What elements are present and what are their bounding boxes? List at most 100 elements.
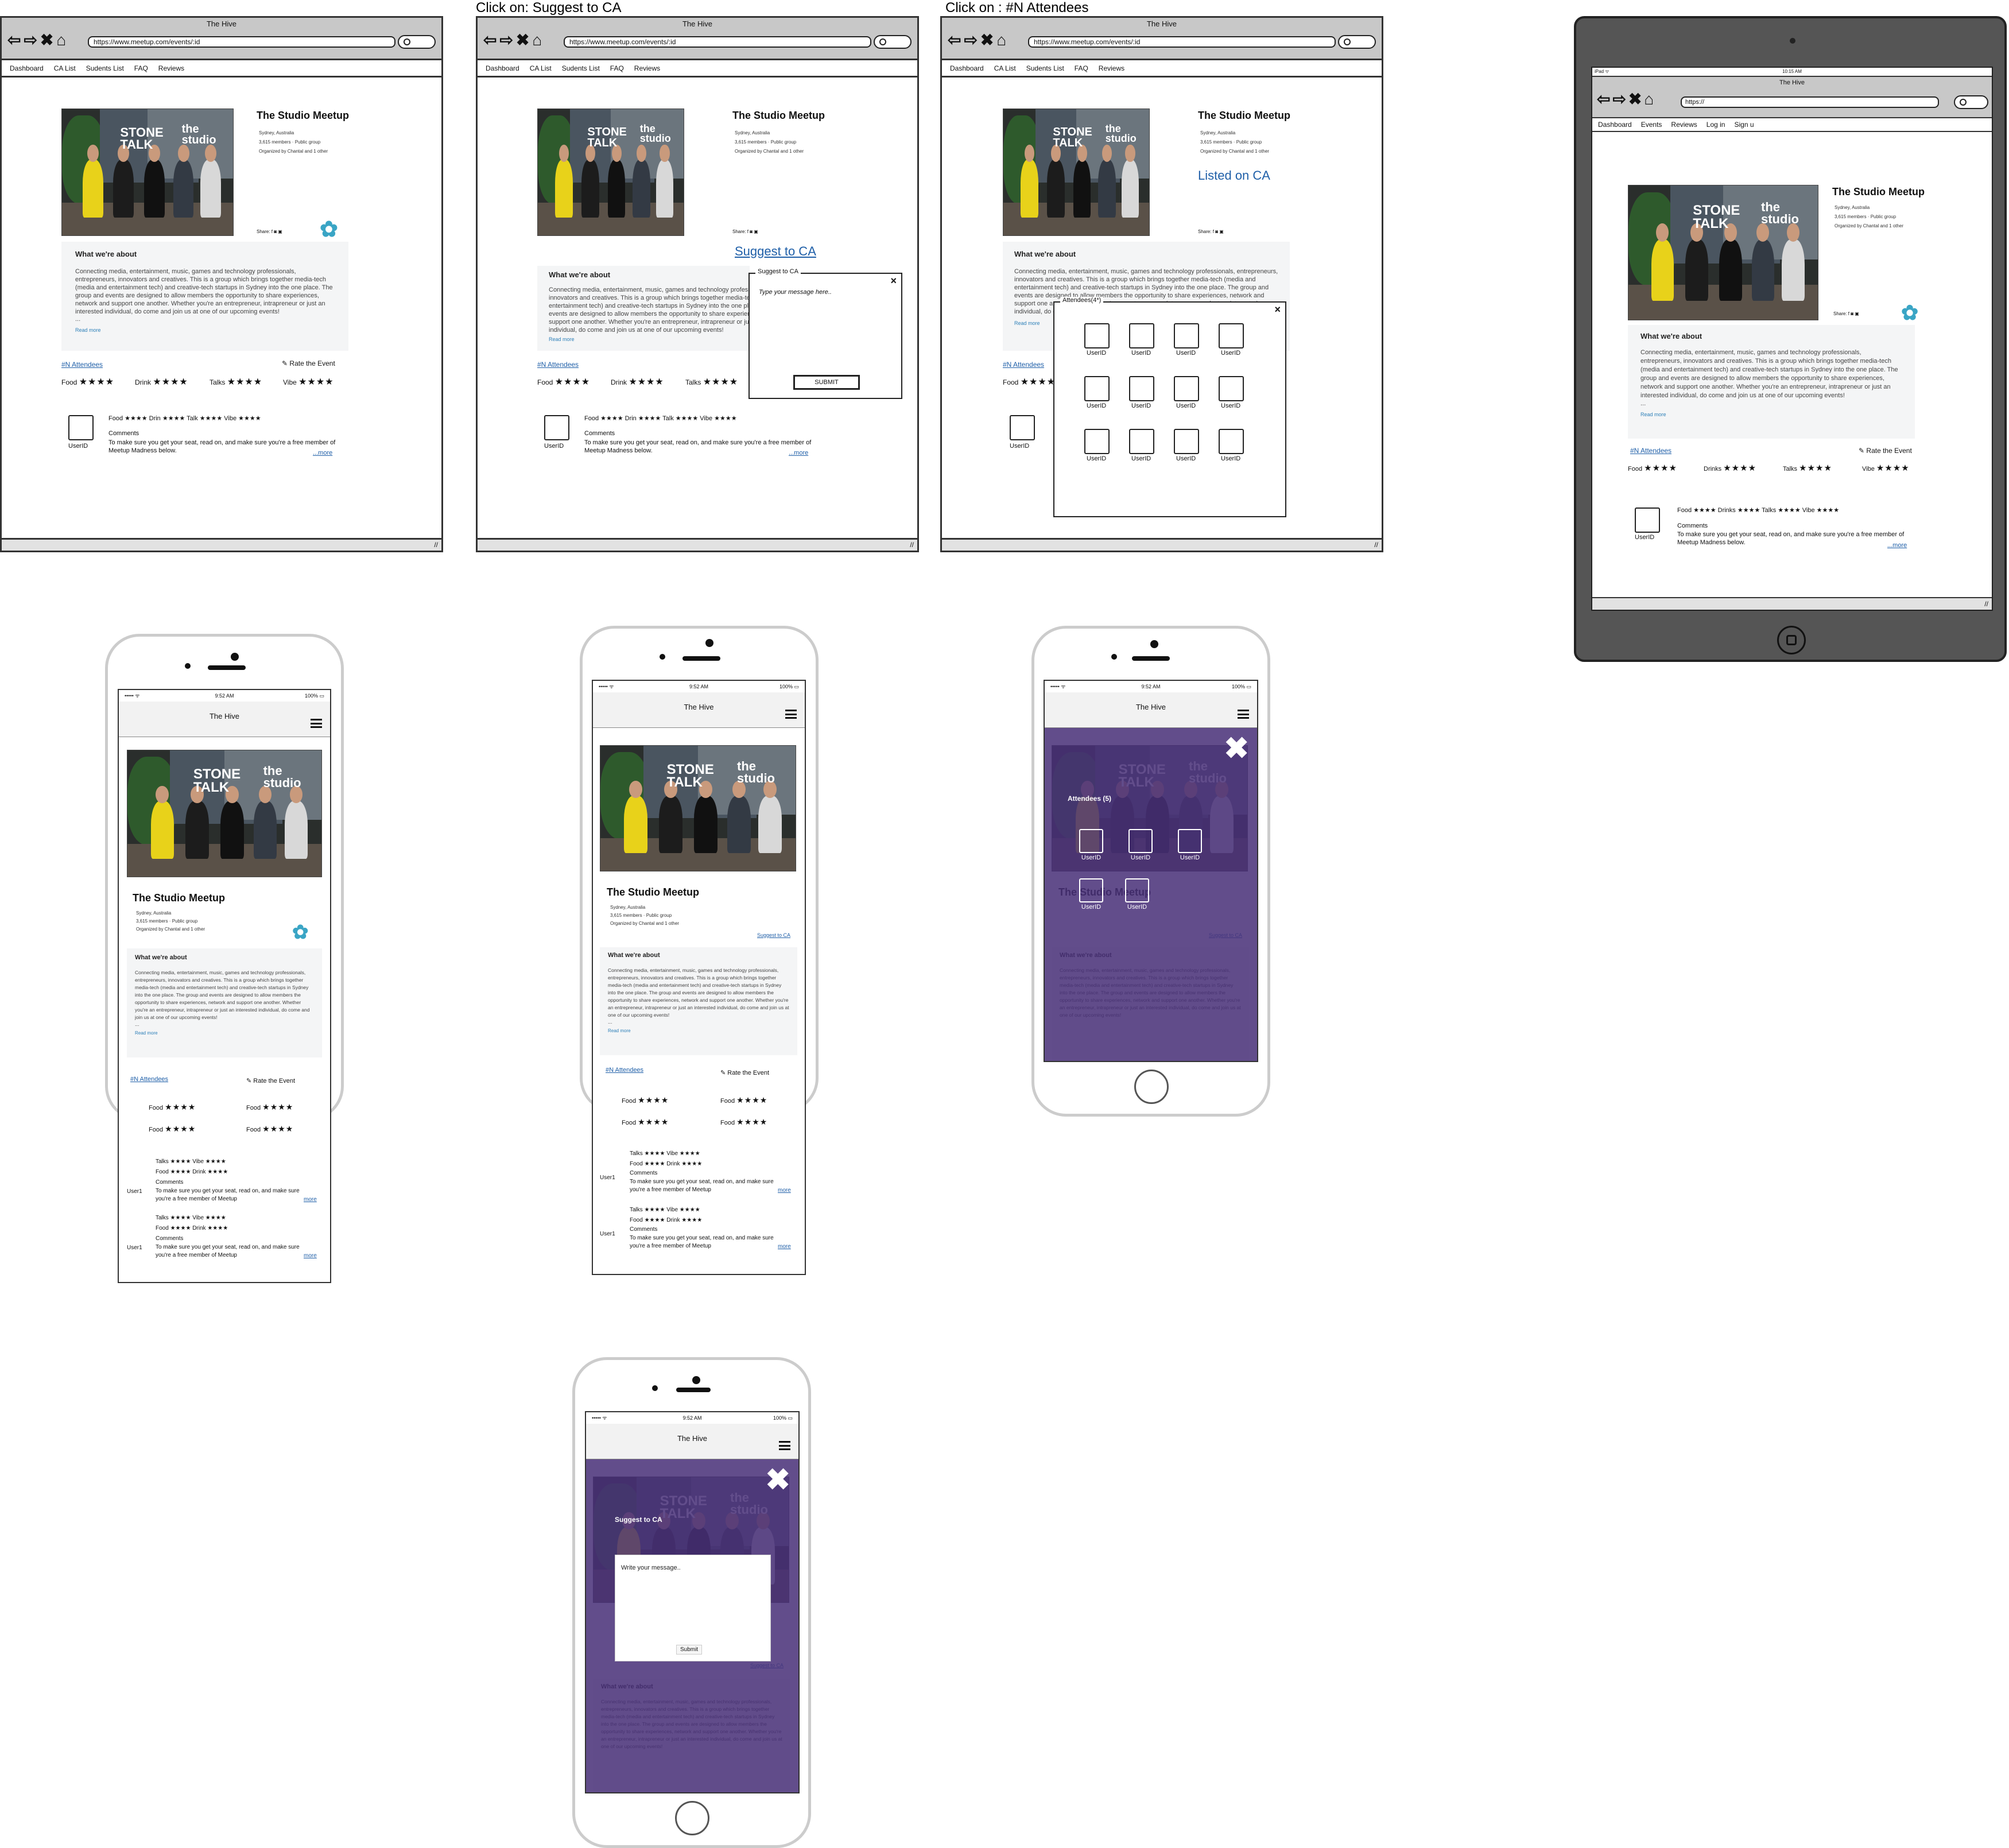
read-more-link[interactable]: Read more — [1640, 412, 1902, 417]
browser-nav-icons[interactable]: ⇦⇨✖⌂ — [483, 32, 545, 49]
hamburger-menu-icon[interactable] — [311, 719, 322, 728]
rating-food[interactable]: Food ★★★★ — [149, 1102, 196, 1112]
rating-food[interactable]: Food ★★★★ — [1003, 376, 1056, 388]
url-bar[interactable]: https://www.meetup.com/events/:id — [564, 36, 871, 48]
search-icon[interactable] — [874, 35, 912, 49]
attendee-avatar[interactable] — [1084, 323, 1110, 348]
attendee-avatar[interactable] — [1079, 829, 1103, 853]
attendee-avatar[interactable] — [1219, 376, 1244, 401]
close-icon[interactable]: ✖ — [765, 1465, 790, 1495]
hamburger-menu-icon[interactable] — [785, 710, 797, 719]
star-rating[interactable]: ★★★★ — [1876, 463, 1910, 473]
submit-button[interactable]: Submit — [676, 1645, 703, 1655]
resize-grip-icon[interactable]: // — [434, 541, 438, 549]
attendee-avatar[interactable] — [1129, 323, 1154, 348]
attendee-avatar[interactable] — [1219, 429, 1244, 454]
star-rating[interactable]: ★★★★ — [153, 377, 188, 387]
rating-food[interactable]: Food ★★★★ — [720, 1095, 767, 1105]
resize-grip-icon[interactable]: // — [1984, 600, 1988, 608]
review-more-link[interactable]: ...more — [789, 450, 808, 456]
share-links[interactable]: Share: f ◙ ▣ — [257, 229, 282, 234]
attendee-avatar[interactable] — [1129, 429, 1154, 454]
menu-dashboard[interactable]: Dashboard — [1598, 121, 1632, 129]
menu-dashboard[interactable]: Dashboard — [950, 64, 984, 72]
browser-nav-icons[interactable]: ⇦⇨✖⌂ — [948, 32, 1009, 49]
share-links[interactable]: Share: f ◙ ▣ — [732, 229, 758, 234]
read-more-link[interactable]: Read more — [135, 1030, 314, 1036]
suggest-to-ca-link[interactable]: Suggest to CA — [735, 244, 816, 259]
tablet-home-button[interactable] — [1777, 626, 1806, 654]
rate-event-button[interactable]: ✎ Rate the Event — [282, 359, 335, 367]
star-rating[interactable]: ★★★★ — [555, 377, 590, 387]
star-rating[interactable]: ★★★★ — [1021, 377, 1056, 387]
attendee-avatar[interactable] — [1129, 376, 1154, 401]
rating-drinks[interactable]: Drinks ★★★★ — [1704, 463, 1756, 473]
star-rating[interactable]: ★★★★ — [262, 1124, 293, 1133]
menu-reviews[interactable]: Reviews — [1099, 64, 1124, 72]
star-rating[interactable]: ★★★★ — [629, 377, 664, 387]
rating-food[interactable]: Food ★★★★ — [622, 1095, 669, 1105]
review-more-link[interactable]: more — [778, 1243, 791, 1250]
share-links[interactable]: Share: f ◙ ▣ — [1198, 229, 1224, 234]
close-icon[interactable]: ✖ — [1224, 734, 1249, 764]
close-icon[interactable]: × — [890, 275, 897, 287]
star-rating[interactable]: ★★★★ — [298, 377, 333, 387]
menu-faq[interactable]: FAQ — [134, 64, 148, 72]
rating-food[interactable]: Food ★★★★ — [622, 1117, 669, 1127]
suggest-message-box[interactable]: Write your message.. Submit — [615, 1555, 771, 1661]
rating-food[interactable]: Food ★★★★ — [246, 1124, 293, 1134]
star-rating[interactable]: ★★★★ — [736, 1095, 767, 1105]
menu-faq[interactable]: FAQ — [1075, 64, 1088, 72]
browser-nav-icons[interactable]: ⇦⇨✖⌂ — [7, 32, 69, 49]
home-button[interactable] — [1134, 1070, 1169, 1104]
rating-food[interactable]: Food ★★★★ — [246, 1102, 293, 1112]
read-more-link[interactable]: Read more — [608, 1028, 789, 1033]
search-icon[interactable] — [1954, 95, 1988, 109]
resize-grip-icon[interactable]: // — [1374, 541, 1378, 549]
menu-reviews[interactable]: Reviews — [158, 64, 184, 72]
menu-ca-list[interactable]: CA List — [54, 64, 76, 72]
resize-grip-icon[interactable]: // — [910, 541, 914, 549]
message-input[interactable]: Type your message here.. — [759, 289, 832, 296]
rate-event-button[interactable]: ✎ Rate the Event — [1859, 447, 1912, 455]
read-more-link[interactable]: Read more — [75, 327, 335, 333]
rating-talks[interactable]: Talks ★★★★ — [685, 376, 738, 388]
attendee-avatar[interactable] — [1084, 429, 1110, 454]
menu-sign-up[interactable]: Sign u — [1734, 121, 1754, 129]
menu-students-list[interactable]: Sudents List — [1026, 64, 1064, 72]
rating-food[interactable]: Food ★★★★ — [537, 376, 590, 388]
attendee-avatar[interactable] — [1125, 878, 1149, 902]
star-rating[interactable]: ★★★★ — [79, 377, 114, 387]
star-rating[interactable]: ★★★★ — [1723, 463, 1756, 473]
rating-drink[interactable]: Drink ★★★★ — [135, 376, 188, 388]
menu-dashboard[interactable]: Dashboard — [10, 64, 44, 72]
menu-events[interactable]: Events — [1641, 121, 1662, 129]
search-icon[interactable] — [1338, 35, 1376, 49]
menu-log-in[interactable]: Log in — [1707, 121, 1725, 129]
star-rating[interactable]: ★★★★ — [262, 1102, 293, 1111]
review-more-link[interactable]: more — [304, 1196, 317, 1203]
menu-ca-list[interactable]: CA List — [530, 64, 552, 72]
review-more-link[interactable]: more — [778, 1187, 791, 1194]
attendee-avatar[interactable] — [1174, 376, 1199, 401]
suggest-to-ca-link[interactable]: Suggest to CA — [757, 932, 790, 938]
attendees-link[interactable]: #N Attendees — [1630, 447, 1671, 455]
menu-students-list[interactable]: Sudents List — [562, 64, 600, 72]
home-button[interactable] — [675, 1801, 709, 1835]
rate-event-button[interactable]: ✎ Rate the Event — [246, 1077, 295, 1084]
read-more-link[interactable]: Read more — [549, 336, 738, 342]
menu-dashboard[interactable]: Dashboard — [486, 64, 519, 72]
close-icon[interactable]: × — [1274, 304, 1281, 316]
rating-vibe[interactable]: Vibe ★★★★ — [283, 376, 334, 388]
url-bar[interactable]: https://www.meetup.com/events/:id — [1028, 36, 1336, 48]
attendee-avatar[interactable] — [1128, 829, 1153, 853]
search-icon[interactable] — [398, 35, 436, 49]
attendees-link[interactable]: #N Attendees — [606, 1067, 643, 1074]
attendee-avatar[interactable] — [1174, 429, 1199, 454]
rating-vibe[interactable]: Vibe ★★★★ — [1862, 463, 1910, 473]
review-more-link[interactable]: ...more — [1887, 542, 1907, 549]
attendees-link[interactable]: #N Attendees — [61, 361, 103, 369]
menu-ca-list[interactable]: CA List — [994, 64, 1016, 72]
rating-talks[interactable]: Talks ★★★★ — [210, 376, 262, 388]
menu-reviews[interactable]: Reviews — [634, 64, 660, 72]
